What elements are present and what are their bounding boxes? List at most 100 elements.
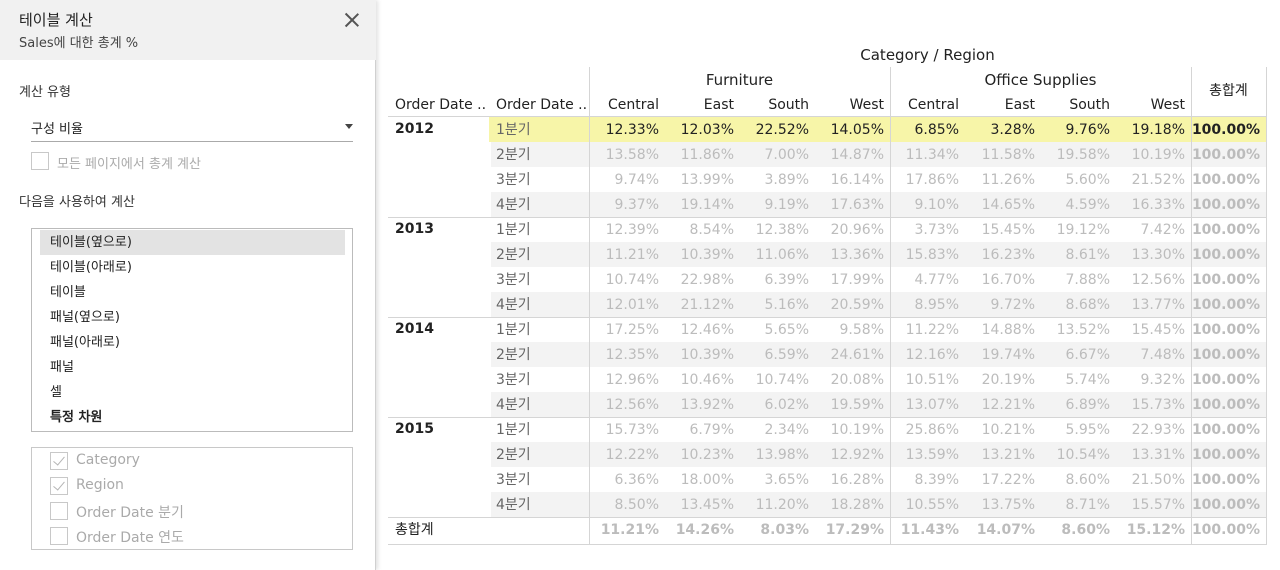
option-pane[interactable]: 패널 — [40, 355, 345, 380]
grand-total-cell: 11.43% — [900, 522, 959, 538]
table-cell: 13.92% — [680, 397, 734, 413]
grand-total-cell: 14.07% — [976, 522, 1035, 538]
quarter-label: 3분기 — [496, 272, 531, 288]
table-cell: 17.22% — [981, 472, 1035, 488]
quarter-label: 4분기 — [496, 197, 531, 213]
option-pane-across[interactable]: 패널(옆으로) — [40, 305, 345, 330]
table-cell: 12.22% — [605, 447, 659, 463]
table-cell: 7.48% — [1140, 347, 1185, 363]
dimension-label-region: Region — [76, 477, 124, 493]
crosstab-view: Category / Region Furniture Office Supplie… — [388, 42, 1268, 545]
table-cell: 10.74% — [755, 372, 809, 388]
table-cell: 19.59% — [830, 397, 884, 413]
table-cell: 10.46% — [680, 372, 734, 388]
table-cell: 20.19% — [981, 372, 1035, 388]
dimension-checkbox-year[interactable] — [50, 527, 68, 545]
table-cell: 14.65% — [981, 197, 1035, 213]
option-specific-dimensions[interactable]: 특정 차원 — [40, 405, 345, 430]
year-label: 2012 — [395, 121, 434, 137]
header-rule — [388, 116, 1267, 117]
dimension-checkbox-category[interactable] — [50, 452, 68, 470]
quarter-label: 4분기 — [496, 297, 531, 313]
table-cell: 17.99% — [830, 272, 884, 288]
compute-using-label: 다음을 사용하여 계산 — [19, 195, 135, 210]
year-label: 2015 — [395, 421, 434, 437]
table-cell: 19.12% — [1056, 222, 1110, 238]
dimension-checkbox-region[interactable] — [50, 477, 68, 495]
table-cell: 8.71% — [1065, 497, 1110, 513]
table-cell: 18.28% — [830, 497, 884, 513]
quarter-label: 1분기 — [496, 422, 531, 438]
option-table-across[interactable]: 테이블(옆으로) — [40, 230, 345, 255]
table-cell: 8.61% — [1065, 247, 1110, 263]
table-cell: 100.00% — [1191, 497, 1260, 513]
table-cell: 19.74% — [981, 347, 1035, 363]
table-bottom — [388, 544, 1267, 545]
table-cell: 21.50% — [1131, 472, 1185, 488]
table-cell: 11.26% — [981, 172, 1035, 188]
region-header: South — [768, 97, 809, 113]
option-table[interactable]: 테이블 — [40, 280, 345, 305]
close-icon[interactable] — [343, 11, 361, 29]
table-cell: 18.00% — [680, 472, 734, 488]
option-cell[interactable]: 셀 — [40, 380, 345, 405]
table-cell: 5.65% — [764, 322, 809, 338]
table-cell: 20.08% — [830, 372, 884, 388]
table-cell: 8.50% — [614, 497, 659, 513]
table-cell: 10.54% — [1056, 447, 1110, 463]
dimension-label-year: Order Date 연도 — [76, 530, 184, 546]
table-cell: 5.74% — [1065, 372, 1110, 388]
table-cell: 100.00% — [1191, 472, 1260, 488]
table-cell: 11.58% — [981, 147, 1035, 163]
table-cell: 13.31% — [1131, 447, 1185, 463]
dimension-checkbox-quarter[interactable] — [50, 502, 68, 520]
table-cell: 13.21% — [981, 447, 1035, 463]
table-cell: 5.16% — [764, 297, 809, 313]
table-cell: 6.85% — [914, 122, 959, 138]
table-cell: 16.28% — [830, 472, 884, 488]
table-cell: 15.73% — [605, 422, 659, 438]
grand-total-cell: 8.60% — [1061, 522, 1110, 538]
table-cell: 11.06% — [755, 247, 809, 263]
table-cell: 100.00% — [1191, 197, 1260, 213]
table-cell: 11.22% — [905, 322, 959, 338]
region-header: West — [1150, 97, 1185, 113]
quarter-label: 4분기 — [496, 497, 531, 513]
column-title: Category / Region — [860, 46, 995, 64]
table-cell: 100.00% — [1191, 322, 1260, 338]
table-cell: 9.10% — [914, 197, 959, 213]
table-cell: 12.01% — [605, 297, 659, 313]
quarter-label: 2분기 — [496, 147, 531, 163]
region-header: South — [1069, 97, 1110, 113]
table-cell: 11.86% — [680, 147, 734, 163]
table-cell: 13.99% — [680, 172, 734, 188]
dialog-subtitle: Sales에 대한 총계 % — [19, 36, 139, 51]
table-cell: 11.34% — [905, 147, 959, 163]
category-header: Furniture — [705, 71, 774, 89]
calculation-type-dropdown[interactable]: 구성 비율 — [31, 114, 353, 142]
table-cell: 13.77% — [1131, 297, 1185, 313]
table-cell: 6.67% — [1065, 347, 1110, 363]
table-cell: 13.59% — [905, 447, 959, 463]
table-cell: 100.00% — [1191, 247, 1260, 263]
all-pages-checkbox[interactable] — [31, 152, 49, 170]
calculation-type-value: 구성 비율 — [31, 122, 83, 137]
table-cell: 10.51% — [905, 372, 959, 388]
table-cell: 12.21% — [981, 397, 1035, 413]
option-table-down[interactable]: 테이블(아래로) — [40, 255, 345, 280]
grand-total-header: 총합계 — [1209, 83, 1248, 99]
table-cell: 10.55% — [905, 497, 959, 513]
table-cell: 3.89% — [764, 172, 809, 188]
table-cell: 12.03% — [680, 122, 734, 138]
grand-total-cell: 11.21% — [600, 522, 659, 538]
quarter-label: 3분기 — [496, 472, 531, 488]
table-cell: 10.19% — [830, 422, 884, 438]
table-cell: 13.36% — [830, 247, 884, 263]
region-header: East — [1004, 97, 1035, 113]
option-pane-down[interactable]: 패널(아래로) — [40, 330, 345, 355]
table-cell: 11.21% — [605, 247, 659, 263]
year-label: 2013 — [395, 221, 434, 237]
quarter-label: 2분기 — [496, 447, 531, 463]
table-cell: 9.37% — [614, 197, 659, 213]
table-cell: 9.76% — [1065, 122, 1110, 138]
